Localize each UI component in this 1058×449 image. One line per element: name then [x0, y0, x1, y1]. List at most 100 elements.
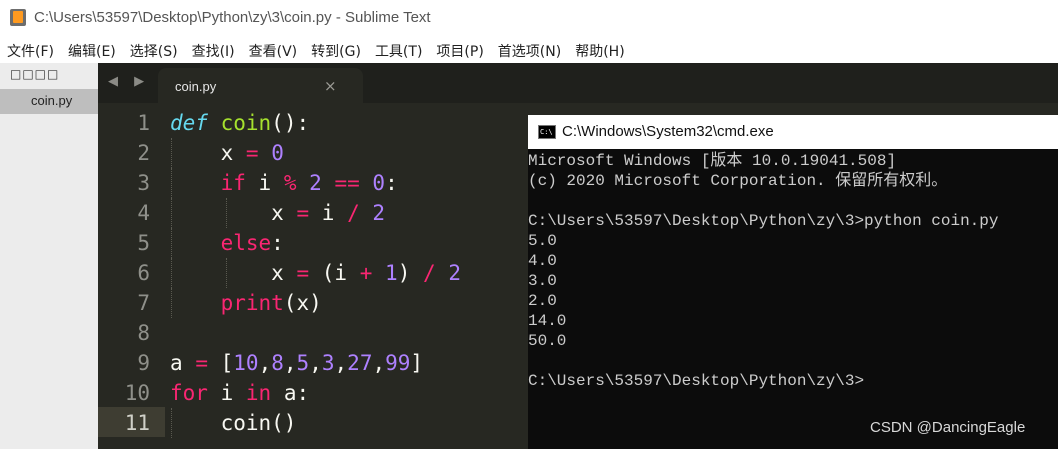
cmd-output-line: Microsoft Windows [版本 10.0.19041.508]: [528, 152, 897, 170]
line-number: 10: [124, 381, 150, 405]
line-number: 1: [137, 111, 150, 135]
variable: i: [321, 201, 335, 225]
code-line-9: a = [10,8,5,3,27,99]: [170, 351, 424, 375]
menu-project[interactable]: 项目(P): [429, 38, 490, 62]
operator: =: [245, 141, 259, 165]
menu-file[interactable]: 文件(F): [0, 38, 61, 62]
tab-coin-py[interactable]: coin.py ×: [158, 68, 363, 103]
code-line-2: x = 0: [170, 138, 284, 168]
number: 5: [296, 351, 310, 375]
punctuation: :: [271, 231, 284, 255]
menu-help[interactable]: 帮助(H): [568, 38, 631, 62]
sidebar-item-coin-py[interactable]: coin.py: [0, 89, 98, 114]
sidebar: □□□□ coin.py: [0, 63, 98, 449]
cmd-titlebar[interactable]: C:\Windows\System32\cmd.exe: [528, 115, 1058, 149]
menu-selection[interactable]: 选择(S): [123, 38, 185, 62]
cmd-output-line: 5.0: [528, 232, 557, 250]
keyword: in: [245, 381, 272, 405]
line-number-gutter: 1 2 3 4 5 6 7 8 9 10 11: [98, 103, 165, 449]
number: 2: [448, 261, 461, 285]
operator: =: [296, 261, 310, 285]
punctuation: [: [220, 351, 234, 375]
menu-view[interactable]: 查看(V): [242, 38, 305, 62]
window-titlebar: C:\Users\53597\Desktop\Python\zy\3\coin.…: [0, 0, 1058, 36]
builtin: print: [220, 291, 284, 315]
code-line-10: for i in a:: [170, 378, 309, 408]
code-line-11: coin(): [170, 408, 297, 438]
variable: a: [170, 351, 183, 375]
cmd-output-line: 14.0: [528, 312, 567, 330]
number: 27: [347, 351, 373, 375]
menu-bar: 文件(F) 编辑(E) 选择(S) 查找(I) 查看(V) 转到(G) 工具(T…: [0, 38, 1058, 62]
operator: /: [347, 201, 360, 225]
line-number: 2: [137, 141, 150, 165]
cmd-icon: [538, 125, 556, 139]
operator: /: [423, 261, 436, 285]
punctuation: ():: [271, 111, 310, 135]
line-number-active: 11: [124, 411, 150, 435]
punctuation: :: [385, 171, 398, 195]
cmd-output-line: (c) 2020 Microsoft Corporation. 保留所有权利。: [528, 172, 948, 190]
line-number: 5: [137, 231, 150, 255]
line-number: 6: [137, 261, 150, 285]
number: 10: [233, 351, 259, 375]
menu-tools[interactable]: 工具(T): [368, 38, 429, 62]
line-number: 9: [137, 351, 150, 375]
watermark: CSDN @DancingEagle: [870, 419, 1026, 436]
operator: ==: [334, 171, 360, 195]
function-call: coin(): [220, 411, 297, 435]
cmd-output-line: 50.0: [528, 332, 567, 350]
number: 99: [385, 351, 411, 375]
number: 2: [372, 201, 386, 225]
sidebar-item-label: coin.py: [31, 93, 73, 108]
operator: +: [359, 261, 373, 285]
number: 1: [385, 261, 398, 285]
code-line-6: x = (i + 1) / 2: [170, 258, 461, 288]
cmd-output-line: 2.0: [528, 292, 557, 310]
cmd-output-line: C:\Users\53597\Desktop\Python\zy\3>pytho…: [528, 212, 999, 230]
number: 3: [321, 351, 335, 375]
keyword: if: [220, 171, 246, 195]
keyword: for: [170, 381, 208, 405]
number: 0: [271, 141, 284, 165]
menu-find[interactable]: 查找(I): [185, 38, 242, 62]
line-number: 4: [137, 201, 150, 225]
cmd-window[interactable]: C:\Windows\System32\cmd.exe Microsoft Wi…: [528, 115, 1058, 449]
keyword: else: [220, 231, 272, 255]
operator: =: [296, 201, 310, 225]
cmd-prompt-line: C:\Users\53597\Desktop\Python\zy\3>: [528, 372, 865, 390]
line-number: 3: [137, 171, 150, 195]
function-name: coin: [220, 111, 272, 135]
menu-edit[interactable]: 编辑(E): [61, 38, 123, 62]
variable: x: [271, 261, 284, 285]
tab-label: coin.py: [175, 79, 217, 94]
code-line-5: else:: [170, 228, 284, 258]
code-line-3: if i % 2 == 0:: [170, 168, 398, 198]
number: 8: [271, 351, 284, 375]
arguments: (x): [283, 291, 322, 315]
cmd-title: C:\Windows\System32\cmd.exe: [562, 123, 774, 140]
operator: %: [283, 171, 297, 195]
variable: i: [258, 171, 272, 195]
close-icon[interactable]: ×: [324, 77, 337, 95]
line-number: 8: [137, 321, 150, 345]
code-line-1: def coin():: [170, 108, 309, 138]
tab-bar: ◀ ▶ coin.py ×: [98, 63, 1058, 103]
variable: i: [220, 381, 234, 405]
keyword: def: [170, 111, 208, 135]
cmd-output-line: 3.0: [528, 272, 557, 290]
variable: a:: [283, 381, 310, 405]
window-title: C:\Users\53597\Desktop\Python\zy\3\coin.…: [34, 9, 431, 26]
sublime-text-icon: [10, 9, 26, 26]
code-line-4: x = i / 2: [170, 198, 385, 228]
punctuation: ]: [410, 351, 424, 375]
menu-preferences[interactable]: 首选项(N): [491, 38, 568, 62]
expression: (i: [321, 261, 348, 285]
punctuation: ): [397, 261, 411, 285]
menu-goto[interactable]: 转到(G): [304, 38, 368, 62]
line-number: 7: [137, 291, 150, 315]
tab-nav-arrows-icon[interactable]: ◀ ▶: [108, 74, 150, 89]
cmd-output-line: 4.0: [528, 252, 557, 270]
number: 2: [309, 171, 322, 195]
number: 0: [372, 171, 386, 195]
